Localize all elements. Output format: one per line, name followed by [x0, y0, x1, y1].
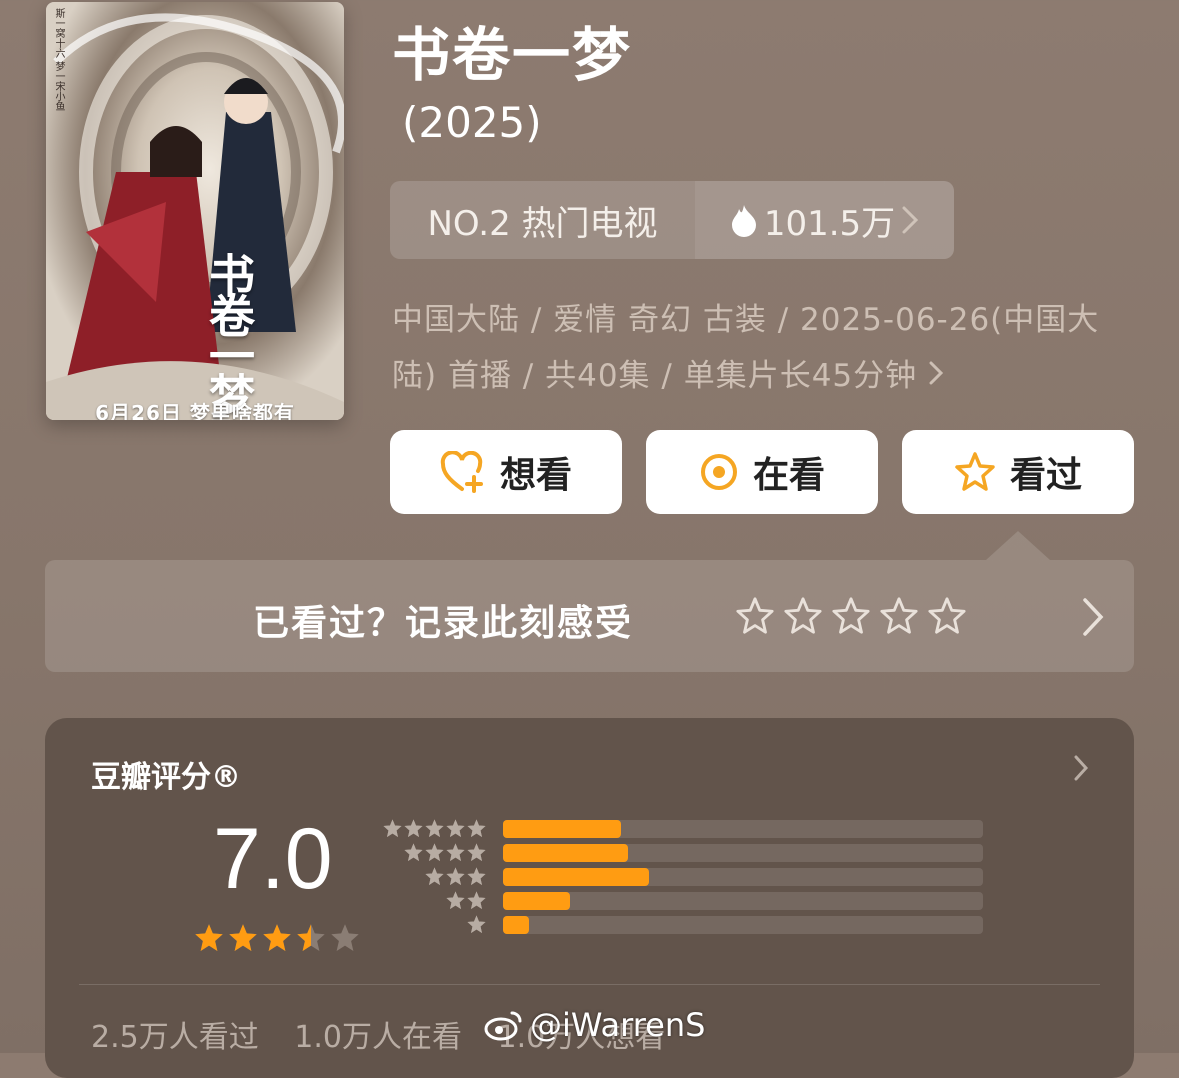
empty-star-icon[interactable]	[831, 596, 871, 636]
watermark: @iWarrenS	[484, 1006, 705, 1044]
target-icon	[700, 454, 737, 490]
watched-label: 看过	[1009, 455, 1082, 496]
watched-count: 2.5万人看过	[91, 1020, 259, 1055]
small-star-icon	[446, 819, 465, 837]
full-star-icon	[263, 924, 291, 951]
distribution-stars-4	[403, 842, 487, 863]
small-star-icon	[404, 843, 423, 861]
small-star-icon	[425, 867, 444, 885]
poster-side-text: 斯一窝十六 梦一宋小鱼	[53, 8, 64, 112]
distribution-stars-2	[445, 890, 487, 911]
ranking-label: NO.2 热门电视	[427, 203, 658, 244]
small-star-icon	[467, 867, 486, 885]
full-star-icon	[195, 924, 223, 951]
small-star-icon	[446, 891, 465, 909]
small-star-icon	[467, 915, 486, 933]
page-title: 书卷一梦	[392, 21, 633, 89]
empty-star-icon[interactable]	[879, 596, 919, 636]
empty-star-icon[interactable]	[783, 596, 823, 636]
heat-button[interactable]: 101.5万	[695, 181, 954, 259]
info-text: 中国大陆 / 爱情 奇幻 古装 / 2025-06-26(中国大陆) 首播 / …	[392, 302, 1100, 394]
small-star-icon	[446, 867, 465, 885]
release-year: (2025)	[402, 98, 542, 147]
rating-stars	[193, 922, 361, 954]
distribution-bar-4	[503, 844, 983, 862]
poster-caption: 6月26日 梦里啥都有	[95, 401, 295, 420]
distribution-stars-1	[466, 914, 487, 935]
chevron-right-icon	[902, 206, 919, 234]
distribution-fill-4	[503, 844, 628, 862]
small-star-icon	[467, 843, 486, 861]
small-star-icon	[425, 819, 444, 837]
watched-button[interactable]: 看过	[902, 430, 1134, 514]
weibo-icon	[484, 1011, 522, 1041]
half-star-icon	[297, 924, 325, 951]
small-star-icon	[446, 843, 465, 861]
distribution-stars-5	[382, 818, 487, 839]
divider	[79, 984, 1100, 985]
chevron-right-icon	[929, 361, 944, 385]
distribution-bar-1	[503, 916, 983, 934]
heat-value: 101.5万	[763, 203, 896, 244]
distribution-fill-2	[503, 892, 571, 910]
record-feeling-bar[interactable]: 已看过？记录此刻感受	[45, 560, 1134, 672]
distribution-stars-3	[424, 866, 487, 887]
distribution-fill-5	[503, 820, 621, 838]
empty-star-icon	[331, 924, 359, 951]
small-star-icon	[467, 891, 486, 909]
rating-input-stars[interactable]	[735, 596, 967, 636]
rating-title: 豆瓣评分®	[91, 760, 241, 795]
rating-score: 7.0	[213, 811, 333, 907]
chevron-right-icon[interactable]	[1081, 596, 1105, 638]
distribution-fill-3	[503, 868, 650, 886]
poster-image[interactable]: 斯一窝十六 梦一宋小鱼 书卷一梦 6月26日 梦里啥都有	[46, 2, 344, 420]
small-star-icon	[425, 843, 444, 861]
want-button[interactable]: 想看	[390, 430, 622, 514]
ranking-badge[interactable]: NO.2 热门电视 101.5万	[390, 181, 954, 259]
heart-plus-icon	[440, 451, 483, 493]
distribution-bar-2	[503, 892, 983, 910]
watching-label: 在看	[752, 455, 825, 496]
want-label: 想看	[499, 455, 572, 496]
watermark-text: @iWarrenS	[530, 1006, 706, 1044]
star-icon	[955, 452, 995, 491]
distribution-bar-3	[503, 868, 983, 886]
full-star-icon	[229, 924, 257, 951]
popover-pointer	[986, 531, 1050, 560]
distribution-fill-1	[503, 916, 530, 934]
poster-artwork	[46, 2, 344, 420]
poster-calligraphy: 书卷一梦	[202, 252, 256, 412]
chevron-right-icon[interactable]	[1073, 754, 1089, 782]
distribution-bar-5	[503, 820, 983, 838]
flame-icon	[731, 205, 756, 237]
small-star-icon	[467, 819, 486, 837]
empty-star-icon[interactable]	[735, 596, 775, 636]
record-prompt: 已看过？记录此刻感受	[253, 603, 634, 644]
watching-count: 1.0万人在看	[294, 1020, 462, 1055]
small-star-icon	[404, 819, 423, 837]
watching-button[interactable]: 在看	[646, 430, 878, 514]
small-star-icon	[383, 819, 402, 837]
info-line[interactable]: 中国大陆 / 爱情 奇幻 古装 / 2025-06-26(中国大陆) 首播 / …	[392, 292, 1122, 404]
empty-star-icon[interactable]	[927, 596, 967, 636]
